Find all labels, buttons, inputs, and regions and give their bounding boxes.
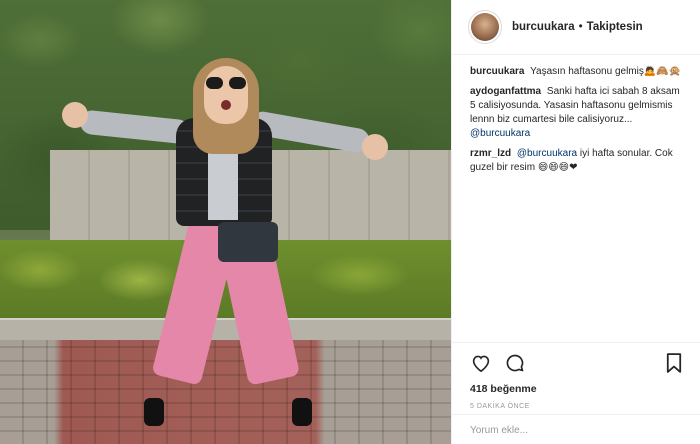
sunglasses (206, 77, 246, 89)
heart-icon[interactable] (470, 352, 492, 374)
header-username[interactable]: burcuukara (512, 21, 575, 33)
header-text: burcuukara • Takiptesin (512, 21, 643, 33)
comment-username[interactable]: burcuukara (470, 66, 524, 77)
bookmark-icon[interactable] (663, 352, 685, 374)
left-arm (79, 109, 191, 145)
comment-text: Yaşasın haftasonu gelmiş (530, 66, 644, 77)
right-hand (362, 134, 388, 160)
post-photo[interactable] (0, 0, 451, 444)
comment-item: burcuukara Yaşasın haftasonu gelmiş🙇🙈🙊 (470, 65, 684, 79)
comment-item: rzmr_lzd @burcuukara iyi hafta sonular. … (470, 147, 684, 175)
post-time[interactable]: 5 DAKİKA ÖNCE (470, 403, 685, 410)
comments-list: burcuukara Yaşasın haftasonu gelmiş🙇🙈🙊 a… (452, 55, 700, 340)
comment-mention[interactable]: @burcuukara (470, 128, 530, 139)
handbag (218, 222, 278, 262)
person-figure (0, 0, 451, 444)
avatar[interactable] (468, 10, 502, 44)
post-actions: 418 beğenme 5 DAKİKA ÖNCE (452, 342, 700, 410)
comment-emoji: 😄😄😄❤ (537, 162, 578, 173)
comment-username[interactable]: aydoganfattma (470, 86, 541, 97)
comment-item: aydoganfattma Sanki hafta ici sabah 8 ak… (470, 85, 684, 141)
action-icons (470, 351, 685, 375)
avatar-image (471, 13, 499, 41)
face (204, 66, 248, 124)
right-shoe (292, 398, 312, 426)
post-sidebar: burcuukara • Takiptesin burcuukara Yaşasın… (451, 0, 700, 444)
add-comment-input[interactable]: Yorum ekle... (452, 414, 700, 444)
comment-username[interactable]: rzmr_lzd (470, 148, 511, 159)
post-header: burcuukara • Takiptesin (452, 0, 700, 55)
comment-emoji: 🙇🙈🙊 (643, 66, 682, 77)
header-separator: • (578, 21, 583, 33)
comment-icon[interactable] (504, 352, 526, 374)
left-shoe (144, 398, 164, 426)
mouth (221, 100, 231, 110)
comment-mention[interactable]: @burcuukara (517, 148, 577, 159)
follow-status[interactable]: Takiptesin (587, 21, 643, 33)
left-hand (62, 102, 88, 128)
likes-count[interactable]: 418 beğenme (470, 383, 685, 395)
